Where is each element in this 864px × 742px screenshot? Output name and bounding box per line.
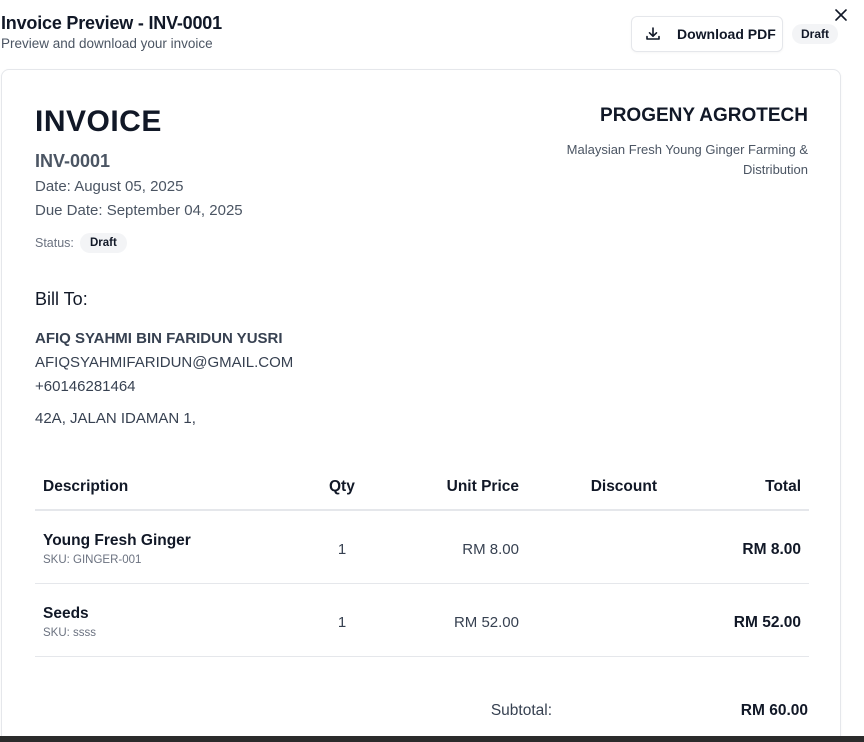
line-items-table: Description Qty Unit Price Discount Tota…: [35, 465, 809, 657]
client-name: AFIQ SYAHMI BIN FARIDUN YUSRI: [35, 330, 283, 347]
client-address: 42A, JALAN IDAMAN 1,: [35, 410, 196, 427]
item-sku: SKU: ssss: [43, 627, 97, 639]
status-badge: Draft: [80, 233, 127, 253]
column-header-total: Total: [765, 478, 801, 495]
invoice-due-date: Due Date: September 04, 2025: [35, 202, 243, 219]
modal-header: Invoice Preview - INV-0001 Preview and d…: [0, 0, 864, 62]
status-badge-header: Draft: [792, 24, 839, 44]
download-pdf-button[interactable]: Download PDF: [631, 16, 783, 52]
modal-subtitle: Preview and download your invoice: [1, 36, 213, 51]
invoice-heading: INVOICE: [35, 105, 162, 138]
modal-title: Invoice Preview - INV-0001: [1, 13, 222, 33]
column-header-qty: Qty: [329, 478, 355, 495]
company-name: PROGENY AGROTECH: [600, 105, 808, 126]
item-sku: SKU: GINGER-001: [43, 554, 142, 566]
column-header-description: Description: [43, 478, 129, 495]
item-name: Seeds: [43, 605, 89, 622]
status-label: Status:: [35, 236, 74, 250]
table-row: Seeds SKU: ssss 1 RM 52.00 RM 52.00: [35, 584, 809, 657]
client-phone: +60146281464: [35, 378, 136, 395]
invoice-number: INV-0001: [35, 151, 111, 171]
item-name: Young Fresh Ginger: [43, 532, 191, 549]
column-header-discount: Discount: [590, 478, 657, 495]
item-unit-price: RM 52.00: [453, 614, 519, 631]
item-unit-price: RM 8.00: [462, 541, 519, 558]
company-tagline: Malaysian Fresh Young Ginger Farming & D…: [566, 142, 808, 177]
item-qty: 1: [337, 614, 347, 631]
bottom-scroll-bar: [0, 736, 864, 742]
item-total: RM 8.00: [742, 541, 801, 558]
bill-to-heading: Bill To:: [35, 289, 88, 309]
download-pdf-label: Download PDF: [677, 26, 776, 42]
subtotal-value: RM 60.00: [740, 702, 808, 719]
item-qty: 1: [337, 541, 347, 558]
invoice-date: Date: August 05, 2025: [35, 178, 184, 195]
table-row: Young Fresh Ginger SKU: GINGER-001 1 RM …: [35, 511, 809, 584]
close-icon[interactable]: [833, 7, 849, 23]
subtotal-label: Subtotal:: [490, 702, 552, 719]
download-icon: [645, 26, 661, 42]
column-header-unit-price: Unit Price: [446, 478, 519, 495]
client-email: AFIQSYAHMIFARIDUN@GMAIL.COM: [35, 354, 294, 371]
invoice-card: INVOICE INV-0001 Date: August 05, 2025 D…: [1, 69, 841, 742]
item-total: RM 52.00: [733, 614, 801, 631]
table-header: Description Qty Unit Price Discount Tota…: [35, 465, 809, 511]
